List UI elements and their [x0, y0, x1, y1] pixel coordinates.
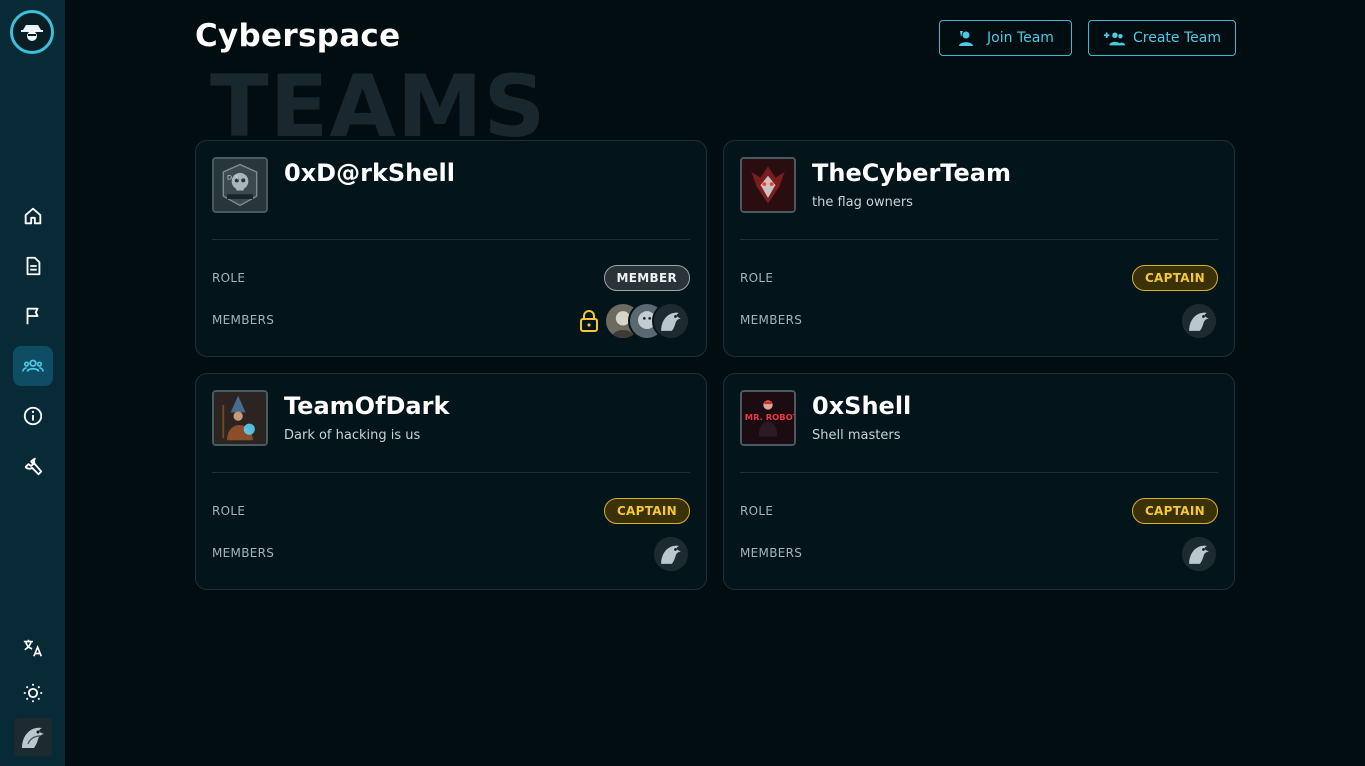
wrench-icon	[24, 457, 43, 476]
member-avatar[interactable]	[1180, 302, 1218, 340]
page-title: Cyberspace	[195, 18, 401, 54]
member-avatar[interactable]	[1180, 535, 1218, 573]
role-label: ROLE	[212, 271, 246, 285]
home-icon	[24, 207, 42, 225]
role-badge: CAPTAIN	[1131, 265, 1218, 291]
team-logo	[740, 157, 796, 213]
join-person-icon	[959, 31, 974, 46]
team-logo-lettering-d: D X	[227, 173, 239, 181]
team-card[interactable]: TheCyberTeam the flag owners ROLE CAPTAI…	[723, 140, 1235, 357]
member-avatars	[1180, 535, 1218, 573]
info-icon	[23, 406, 43, 426]
role-label: ROLE	[212, 504, 246, 518]
member-avatar[interactable]	[652, 535, 690, 573]
team-logo: MR. ROBOT	[740, 390, 796, 446]
team-description: Dark of hacking is us	[284, 428, 421, 443]
team-name: 0xD@rkShell	[284, 159, 455, 187]
sidebar	[0, 0, 65, 766]
eagle-avatar-icon	[654, 304, 688, 338]
eagle-avatar-icon	[14, 718, 52, 756]
divider	[740, 239, 1218, 240]
app-logo[interactable]	[10, 10, 54, 54]
member-avatars	[1180, 302, 1218, 340]
add-group-icon	[1103, 32, 1125, 46]
sun-icon	[23, 683, 43, 703]
team-name: TheCyberTeam	[812, 159, 1011, 187]
role-label: ROLE	[740, 504, 774, 518]
member-avatars	[578, 302, 690, 340]
divider	[740, 472, 1218, 473]
team-name: 0xShell	[812, 392, 912, 420]
user-avatar[interactable]	[14, 718, 52, 756]
members-label: MEMBERS	[212, 546, 275, 560]
team-description: the flag owners	[812, 195, 913, 210]
join-team-button[interactable]: Join Team	[939, 20, 1072, 56]
team-card[interactable]: D X 0xD@rkShell ROLE MEMBER MEMBERS	[195, 140, 707, 357]
divider	[212, 239, 690, 240]
hacker-logo-icon	[21, 25, 43, 41]
team-logo: D X	[212, 157, 268, 213]
create-team-label: Create Team	[1133, 30, 1221, 46]
team-card[interactable]: TeamOfDark Dark of hacking is us ROLE CA…	[195, 373, 707, 590]
member-avatar[interactable]	[652, 302, 690, 340]
mr-robot-emblem-icon: MR. ROBOT	[742, 392, 794, 444]
sidebar-item-docs[interactable]	[13, 246, 53, 286]
sidebar-item-teams[interactable]	[13, 346, 53, 386]
skull-emblem-icon: D X	[214, 159, 266, 211]
sidebar-item-home[interactable]	[13, 196, 53, 236]
theme-toggle[interactable]	[13, 673, 53, 713]
team-logo-lettering-robot: MR. ROBOT	[745, 412, 794, 422]
eagle-avatar-icon	[1182, 304, 1216, 338]
team-description: Shell masters	[812, 428, 901, 443]
eagle-avatar-icon	[654, 537, 688, 571]
wizard-emblem-icon	[214, 392, 266, 444]
join-team-label: Join Team	[987, 30, 1054, 46]
team-icon	[22, 359, 44, 372]
role-badge: MEMBER	[603, 265, 690, 291]
sidebar-item-challenges[interactable]	[13, 296, 53, 336]
members-label: MEMBERS	[212, 313, 275, 327]
team-card[interactable]: MR. ROBOT 0xShell Shell masters ROLE CAP…	[723, 373, 1235, 590]
translate-icon	[23, 639, 43, 657]
language-button[interactable]	[13, 628, 53, 668]
role-badge: CAPTAIN	[603, 498, 690, 524]
team-logo	[212, 390, 268, 446]
members-label: MEMBERS	[740, 546, 803, 560]
team-name: TeamOfDark	[284, 392, 450, 420]
members-label: MEMBERS	[740, 313, 803, 327]
role-badge: CAPTAIN	[1131, 498, 1218, 524]
background-watermark: TEAMS	[210, 57, 547, 157]
document-icon	[26, 256, 41, 276]
lock-icon	[580, 310, 598, 332]
eagle-avatar-icon	[1182, 537, 1216, 571]
wolf-emblem-icon	[742, 159, 794, 211]
divider	[212, 472, 690, 473]
member-avatars	[652, 535, 690, 573]
role-label: ROLE	[740, 271, 774, 285]
sidebar-item-about[interactable]	[13, 396, 53, 436]
flag-icon	[26, 307, 39, 325]
create-team-button[interactable]: Create Team	[1088, 20, 1236, 56]
sidebar-item-tools[interactable]	[13, 446, 53, 486]
